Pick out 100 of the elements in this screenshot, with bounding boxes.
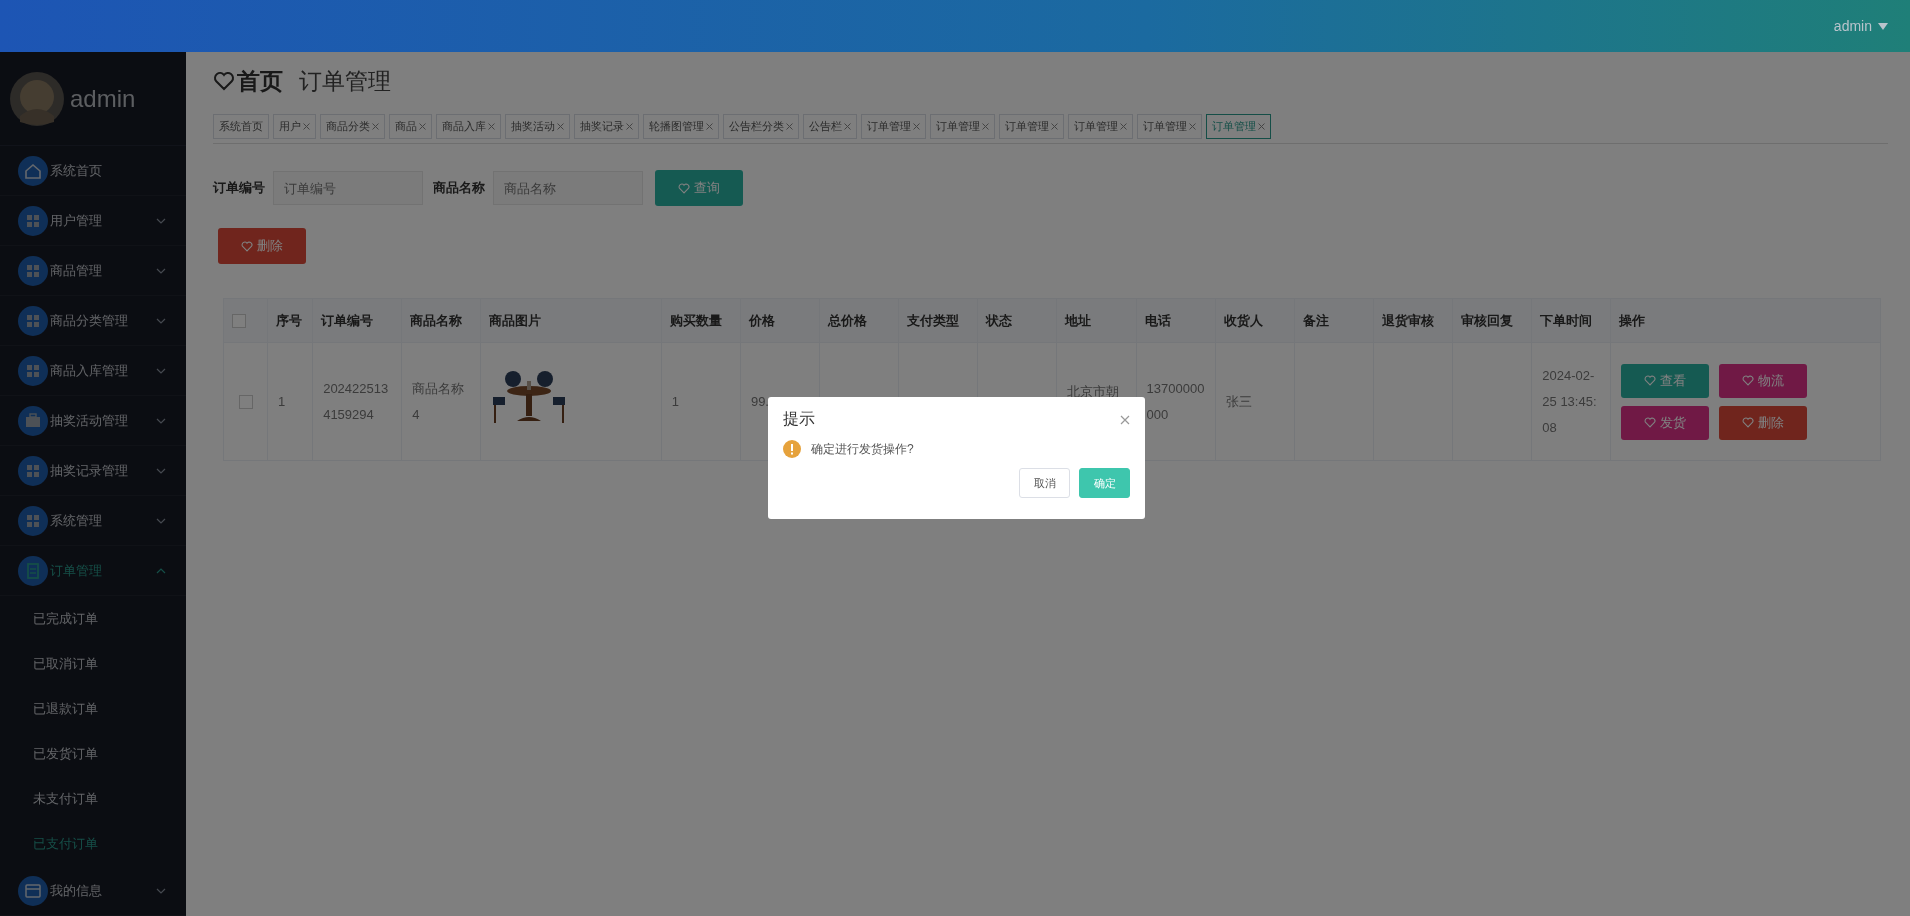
dialog-button[interactable]: 确定	[1079, 468, 1130, 498]
input-field[interactable]: 商品名称	[493, 171, 643, 205]
menu-item[interactable]: 商品分类管理	[0, 296, 186, 346]
close-icon[interactable]	[982, 123, 989, 130]
field-label: 商品名称	[433, 179, 485, 197]
query-button[interactable]: 查询	[655, 170, 743, 206]
tab[interactable]: 订单管理	[1068, 114, 1133, 139]
tab[interactable]: 公告栏	[803, 114, 857, 139]
column-header: 下单时间	[1531, 298, 1611, 343]
submenu-item[interactable]: 已完成订单	[0, 596, 186, 641]
chevron-down-icon	[156, 417, 166, 424]
column-header: 商品图片	[480, 298, 662, 343]
table-cell: 2024-02-25 13:45:08	[1542, 367, 1597, 435]
delete-button[interactable]: 删除	[218, 228, 306, 264]
table-cell: 13700000000	[1146, 380, 1205, 422]
field-label: 订单编号	[213, 179, 265, 197]
home-icon	[18, 155, 48, 186]
heart-icon	[213, 71, 235, 91]
menu-item[interactable]: 系统管理	[0, 496, 186, 546]
submenu-item[interactable]: 未支付订单	[0, 776, 186, 821]
table-cell: 北京市朝	[1067, 384, 1120, 399]
chevron-down-icon	[156, 367, 166, 374]
grid-icon	[18, 455, 48, 486]
dialog-title: 提示	[783, 409, 815, 429]
column-header: 审核回复	[1452, 298, 1532, 343]
chevron-down-icon	[156, 267, 166, 274]
table-cell: 商品名称4	[412, 380, 465, 422]
table-cell: 2024225134159294	[323, 380, 389, 422]
briefcase-icon	[18, 405, 48, 436]
submenu-item[interactable]: 已取消订单	[0, 641, 186, 686]
close-icon[interactable]	[1189, 123, 1196, 130]
heart-icon	[1644, 417, 1657, 428]
menu-item[interactable]: 我的信息	[0, 866, 186, 916]
tab[interactable]: 订单管理	[930, 114, 995, 139]
chevron-down-icon	[156, 217, 166, 224]
close-icon[interactable]	[1120, 414, 1130, 425]
caret-icon	[1878, 22, 1888, 30]
close-icon[interactable]	[913, 123, 920, 130]
grid-icon	[18, 255, 48, 286]
tab[interactable]: 公告栏分类	[723, 114, 799, 139]
input-field[interactable]: 订单编号	[273, 171, 423, 205]
tab[interactable]: 商品入库	[436, 114, 501, 139]
submenu-item[interactable]: 已支付订单	[0, 821, 186, 866]
action-button[interactable]: 物流	[1719, 363, 1808, 398]
menu-item[interactable]: 用户管理	[0, 196, 186, 246]
avatar	[10, 71, 64, 126]
checkbox[interactable]	[238, 395, 253, 410]
tab[interactable]: 订单管理	[861, 114, 926, 139]
checkbox[interactable]	[232, 314, 246, 329]
tab[interactable]: 轮播图管理	[643, 114, 719, 139]
action-button[interactable]: 发货	[1621, 405, 1710, 440]
close-icon[interactable]	[419, 123, 426, 130]
close-icon[interactable]	[626, 123, 633, 130]
close-icon[interactable]	[1051, 123, 1058, 130]
column-header: 总价格	[819, 298, 899, 343]
close-icon[interactable]	[1258, 123, 1265, 130]
close-icon[interactable]	[1120, 123, 1127, 130]
action-button[interactable]: 删除	[1719, 405, 1808, 440]
menu-item[interactable]: 抽奖记录管理	[0, 446, 186, 496]
column-header: 收货人	[1215, 298, 1295, 343]
heart-icon	[241, 240, 253, 252]
chevron-down-icon	[156, 887, 166, 894]
close-icon[interactable]	[303, 123, 310, 130]
tab[interactable]: 订单管理	[999, 114, 1064, 139]
tab[interactable]: 用户	[273, 114, 316, 139]
action-button[interactable]: 查看	[1621, 363, 1710, 398]
table-cell: 1	[671, 393, 679, 409]
card-icon	[18, 875, 48, 906]
column-header: 购买数量	[661, 298, 741, 343]
close-icon[interactable]	[786, 123, 793, 130]
tab[interactable]: 抽奖活动	[505, 114, 570, 139]
close-icon[interactable]	[706, 123, 713, 130]
clipboard-icon	[18, 555, 48, 586]
grid-icon	[18, 505, 48, 536]
table-cell: 1	[278, 393, 286, 409]
tab[interactable]: 抽奖记录	[574, 114, 639, 139]
tab[interactable]: 系统首页	[213, 114, 269, 139]
breadcrumb-link[interactable]: 首页	[237, 65, 283, 97]
close-icon[interactable]	[844, 123, 851, 130]
close-icon[interactable]	[372, 123, 379, 130]
close-icon[interactable]	[557, 123, 564, 130]
close-icon[interactable]	[488, 123, 495, 130]
tab[interactable]: 订单管理	[1137, 114, 1202, 139]
dialog-button[interactable]: 取消	[1019, 468, 1070, 498]
menu-item[interactable]: 抽奖活动管理	[0, 396, 186, 446]
submenu-item[interactable]: 已退款订单	[0, 686, 186, 731]
column-header: 地址	[1056, 298, 1137, 343]
chevron-down-icon	[156, 517, 166, 524]
tab[interactable]: 商品分类	[320, 114, 385, 139]
menu-item[interactable]: 系统首页	[0, 146, 186, 196]
user-menu[interactable]: admin	[1833, 18, 1888, 34]
tab[interactable]: 商品	[389, 114, 432, 139]
menu-item[interactable]: 订单管理	[0, 546, 186, 596]
menu-item[interactable]: 商品入库管理	[0, 346, 186, 396]
column-header: 电话	[1136, 298, 1216, 343]
menu-item[interactable]: 商品管理	[0, 246, 186, 296]
chevron-down-icon	[156, 317, 166, 324]
user-name: admin	[70, 84, 136, 113]
tab[interactable]: 订单管理	[1206, 114, 1271, 139]
submenu-item[interactable]: 已发货订单	[0, 731, 186, 776]
